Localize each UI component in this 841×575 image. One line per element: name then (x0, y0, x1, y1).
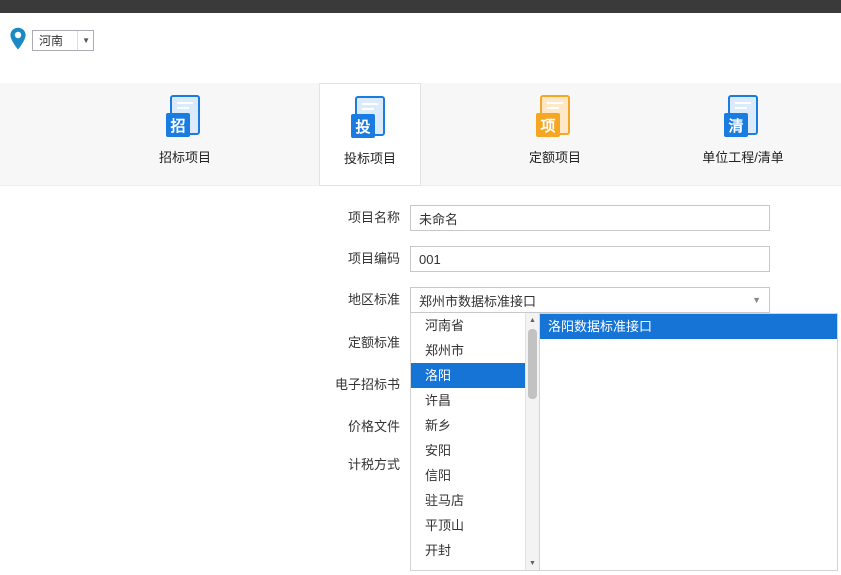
region-standard-select[interactable]: 郑州市数据标准接口 ▼ (410, 287, 770, 313)
region-item[interactable]: 开封 (411, 538, 525, 563)
tab-bid-invite-project[interactable]: 招 招标项目 (134, 83, 236, 186)
location-pin-icon (10, 27, 26, 50)
scroll-up-icon[interactable]: ▲ (526, 313, 539, 327)
unit-project-list-icon: 清 (721, 94, 765, 138)
region-item[interactable]: 新乡 (411, 413, 525, 438)
province-select[interactable]: 河南 ▼ (32, 30, 94, 51)
project-name-label: 项目名称 (347, 210, 400, 225)
tab-label: 定额项目 (528, 150, 581, 165)
region-item[interactable]: 安阳 (411, 438, 525, 463)
tab-label: 招标项目 (158, 150, 211, 165)
region-item[interactable]: 郑州市 (411, 338, 525, 363)
chevron-down-icon: ▼ (752, 295, 761, 305)
tax-method-label: 计税方式 (347, 457, 400, 472)
province-select-value: 河南 (39, 34, 64, 48)
tab-unit-project-list[interactable]: 清 单位工程/清单 (687, 83, 799, 186)
region-list-scrollbar[interactable]: ▲ ▼ (525, 313, 539, 570)
region-item[interactable]: 信阳 (411, 463, 525, 488)
window-titlebar (0, 0, 841, 13)
region-standard-value: 郑州市数据标准接口 (419, 293, 537, 309)
region-item[interactable]: 河南省 (411, 313, 525, 338)
chevron-down-icon: ▼ (77, 31, 90, 50)
bid-invite-project-icon: 招 (163, 94, 207, 138)
scrollbar-thumb[interactable] (528, 329, 537, 399)
tab-label: 单位工程/清单 (702, 150, 784, 165)
region-standard-dropdown: 河南省 郑州市 洛阳 许昌 新乡 安阳 信阳 驻马店 平顶山 开封 ▲ ▼ 洛阳数据标准接口 (410, 313, 838, 571)
form-row-project-code: 项目编码 (0, 246, 841, 272)
tab-label: 投标项目 (343, 151, 396, 166)
project-name-input[interactable] (410, 205, 770, 231)
tab-tender-project[interactable]: 投 投标项目 (319, 83, 421, 186)
interface-pane: 洛阳数据标准接口 (540, 313, 838, 571)
quota-project-icon: 项 (533, 94, 577, 138)
region-item[interactable]: 驻马店 (411, 488, 525, 513)
quota-standard-label: 定额标准 (347, 335, 400, 350)
region-list: 河南省 郑州市 洛阳 许昌 新乡 安阳 信阳 驻马店 平顶山 开封 (411, 313, 525, 570)
project-code-input[interactable] (410, 246, 770, 272)
region-item[interactable]: 平顶山 (411, 513, 525, 538)
region-standard-label: 地区标准 (347, 292, 400, 307)
form-row-project-name: 项目名称 (0, 205, 841, 231)
region-pane: 河南省 郑州市 洛阳 许昌 新乡 安阳 信阳 驻马店 平顶山 开封 ▲ ▼ (410, 313, 540, 571)
project-code-label: 项目编码 (347, 251, 400, 266)
tab-quota-project[interactable]: 项 定额项目 (504, 83, 606, 186)
form-row-region-standard: 地区标准 郑州市数据标准接口 ▼ (0, 287, 841, 313)
interface-item[interactable]: 洛阳数据标准接口 (540, 314, 837, 339)
location-row: 河南 ▼ (0, 13, 841, 83)
region-item[interactable]: 许昌 (411, 388, 525, 413)
price-file-label: 价格文件 (347, 419, 400, 434)
e-tender-doc-label: 电子招标书 (334, 377, 400, 392)
tender-project-icon: 投 (348, 95, 392, 139)
project-type-tabs: 招 招标项目 投 投标项目 项 定额项目 清 单位工程/清单 (0, 83, 841, 186)
scroll-down-icon[interactable]: ▼ (526, 556, 539, 570)
region-item[interactable]: 洛阳 (411, 363, 525, 388)
